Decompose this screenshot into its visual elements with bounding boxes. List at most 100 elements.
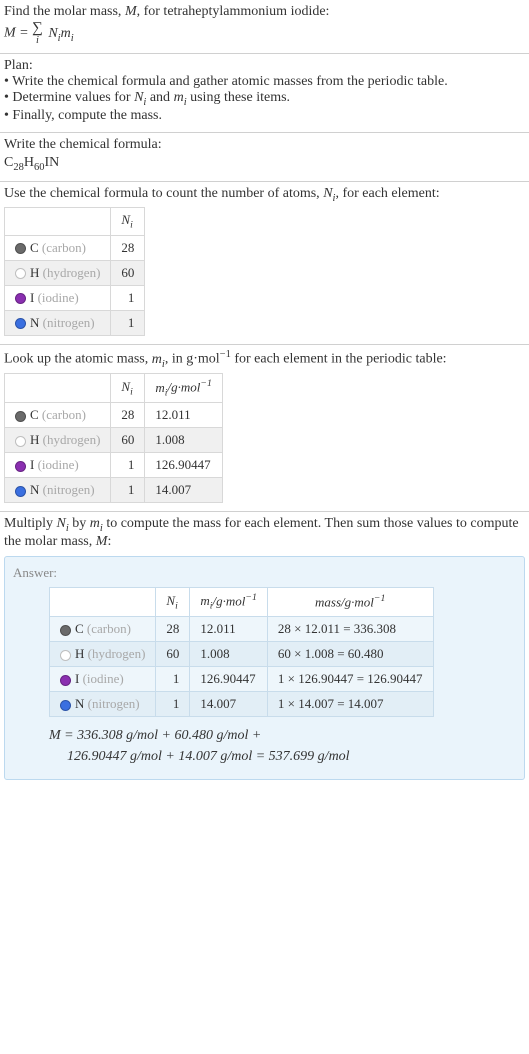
answer-label: Answer: — [13, 565, 516, 581]
plan-heading: Plan: — [4, 58, 523, 74]
element-dot-icon — [15, 486, 26, 497]
cell-element: C (carbon) — [5, 403, 111, 428]
cell-n: 28 — [111, 235, 145, 260]
eq-N: N — [48, 26, 57, 41]
th-mi-sym: m — [155, 380, 164, 395]
th-Ni-sym: N — [121, 379, 130, 394]
mass-mi: m — [152, 352, 162, 367]
mul-b: by — [69, 516, 90, 531]
formula-section: Write the chemical formula: C28H60IN — [0, 133, 529, 182]
count-heading: Use the chemical formula to count the nu… — [4, 186, 523, 204]
cell-n: 1 — [111, 453, 145, 478]
mul-d: : — [107, 534, 111, 549]
intro-M: M — [125, 4, 137, 19]
th-mi: mi/g·mol−1 — [145, 374, 222, 403]
th-Ni: Ni — [156, 588, 190, 617]
el-sym: H — [30, 265, 39, 280]
plan-bullet-3: • Finally, compute the mass. — [4, 108, 523, 124]
table-row: I (iodine)1126.90447 — [5, 453, 223, 478]
cell-m: 126.90447 — [145, 453, 222, 478]
th-Ni-sub: i — [130, 387, 133, 398]
el-name: (nitrogen) — [39, 315, 94, 330]
sigma-index: i — [32, 36, 43, 45]
cell-n: 1 — [111, 285, 145, 310]
element-dot-icon — [60, 650, 71, 661]
th-blank — [50, 588, 156, 617]
eq-line2: 126.90447 g/mol + 14.007 g/mol = 537.699… — [49, 749, 350, 764]
plan-bullet-2: • Determine values for Ni and mi using t… — [4, 90, 523, 108]
th-Ni-sym: N — [121, 212, 130, 227]
eq-m-sub: i — [71, 32, 74, 43]
table-row: C (carbon)28 — [5, 235, 145, 260]
final-equation: M = 336.308 g/mol + 60.480 g/mol + 126.9… — [49, 725, 516, 767]
el-name: (nitrogen) — [84, 696, 139, 711]
cell-n: 1 — [111, 478, 145, 503]
cell-n: 1 — [156, 667, 190, 692]
el-sym: H — [75, 646, 84, 661]
cell-calc: 1 × 126.90447 = 126.90447 — [267, 667, 433, 692]
table-header-row: Ni mi/g·mol−1 — [5, 374, 223, 403]
f-C: C — [4, 155, 13, 170]
cell-n: 1 — [156, 692, 190, 717]
th-Ni-sym: N — [166, 593, 175, 608]
cell-element: N (nitrogen) — [5, 478, 111, 503]
th-Ni: Ni — [111, 374, 145, 403]
element-dot-icon — [60, 675, 71, 686]
element-dot-icon — [15, 461, 26, 472]
cell-m: 12.011 — [190, 617, 267, 642]
table-row: H (hydrogen)601.00860 × 1.008 = 60.480 — [50, 642, 434, 667]
element-dot-icon — [60, 625, 71, 636]
el-name: (carbon) — [39, 240, 86, 255]
cell-m: 1.008 — [145, 428, 222, 453]
element-dot-icon — [15, 293, 26, 304]
el-sym: H — [30, 432, 39, 447]
formula-heading: Write the chemical formula: — [4, 137, 523, 153]
cell-element: C (carbon) — [5, 235, 111, 260]
el-name: (carbon) — [84, 621, 131, 636]
element-dot-icon — [15, 243, 26, 254]
el-name: (hydrogen) — [84, 646, 145, 661]
mass-exp: −1 — [220, 349, 231, 360]
element-dot-icon — [60, 700, 71, 711]
el-name: (carbon) — [39, 407, 86, 422]
cell-calc: 60 × 1.008 = 60.480 — [267, 642, 433, 667]
el-name: (iodine) — [34, 457, 78, 472]
th-mass-t: mass/g·mol — [315, 595, 374, 610]
cell-m: 14.007 — [190, 692, 267, 717]
cell-element: C (carbon) — [50, 617, 156, 642]
el-sym: C — [30, 240, 39, 255]
mul-Ni: N — [57, 516, 66, 531]
multiply-section: Multiply Ni by mi to compute the mass fo… — [0, 512, 529, 552]
answer-box: Answer: Ni mi/g·mol−1 mass/g·mol−1 C (ca… — [4, 556, 525, 780]
table-row: C (carbon)2812.011 — [5, 403, 223, 428]
el-sym: N — [75, 696, 84, 711]
table-row: H (hydrogen)601.008 — [5, 428, 223, 453]
th-mi-sym: m — [200, 593, 209, 608]
element-dot-icon — [15, 436, 26, 447]
cell-n: 28 — [111, 403, 145, 428]
count-h-b: , for each element: — [335, 186, 439, 201]
table-row: N (nitrogen)114.0071 × 14.007 = 14.007 — [50, 692, 434, 717]
plan-bullet-1: • Write the chemical formula and gather … — [4, 74, 523, 90]
th-Ni: Ni — [111, 208, 145, 236]
plan-b2b: and — [146, 90, 173, 105]
element-dot-icon — [15, 268, 26, 279]
el-name: (hydrogen) — [39, 265, 100, 280]
el-name: (hydrogen) — [39, 432, 100, 447]
cell-m: 12.011 — [145, 403, 222, 428]
el-name: (iodine) — [34, 290, 78, 305]
intro-text-b: , for tetraheptylammonium iodide: — [137, 4, 330, 19]
cell-element: I (iodine) — [5, 453, 111, 478]
cell-element: N (nitrogen) — [5, 310, 111, 335]
cell-element: N (nitrogen) — [50, 692, 156, 717]
eq-line1: M = 336.308 g/mol + 60.480 g/mol + — [49, 728, 261, 743]
table-row: C (carbon)2812.01128 × 12.011 = 336.308 — [50, 617, 434, 642]
table-row: N (nitrogen)1 — [5, 310, 145, 335]
th-Ni-sub: i — [175, 600, 178, 611]
sigma-icon: ∑ — [32, 22, 43, 36]
mul-mi: m — [90, 516, 100, 531]
th-mass-exp: −1 — [374, 593, 385, 604]
mul-a: Multiply — [4, 516, 57, 531]
th-unit: /g·mol — [168, 380, 201, 395]
table-header-row: Ni mi/g·mol−1 mass/g·mol−1 — [50, 588, 434, 617]
